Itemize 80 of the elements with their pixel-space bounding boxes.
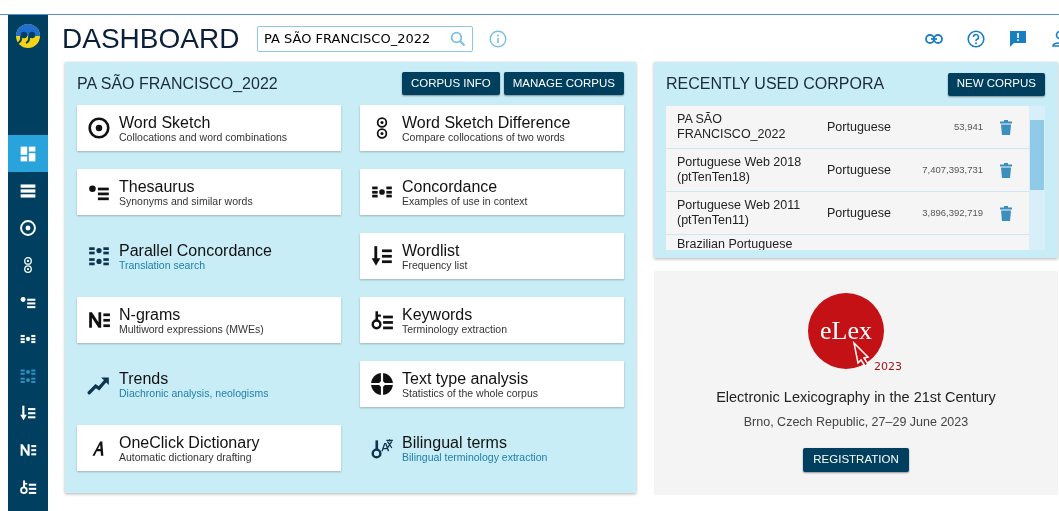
tool-link[interactable]: Bilingual terms Bilingual terminology extraction bbox=[360, 425, 624, 471]
dashboard-icon bbox=[19, 144, 37, 163]
tool-card[interactable]: Wordlist Frequency list bbox=[360, 233, 624, 279]
tool-title: Parallel Concordance bbox=[119, 241, 272, 259]
manage-corpus-button[interactable]: MANAGE CORPUS bbox=[503, 72, 624, 95]
tool-description: Examples of use in context bbox=[402, 194, 528, 207]
tool-description: Bilingual terminology extraction bbox=[402, 450, 548, 463]
corpus-size: 7,407,393,731 bbox=[921, 162, 983, 177]
tool-title: Concordance bbox=[402, 177, 499, 195]
delete-icon[interactable] bbox=[1000, 162, 1012, 178]
registration-button[interactable]: REGISTRATION bbox=[803, 447, 909, 472]
tool-title: Word Sketch Difference bbox=[402, 113, 571, 131]
tool-description: Frequency list bbox=[402, 258, 468, 271]
corpus-name: Portuguese Web 2011 (ptTenTen11) bbox=[677, 198, 802, 228]
corpus-row[interactable]: Portuguese Web 2018 (ptTenTen18) Portuguese 7,407,393,731 bbox=[666, 149, 1029, 192]
tool-title: Keywords bbox=[402, 305, 474, 323]
tool-link[interactable]: Parallel Concordance Translation search bbox=[77, 233, 341, 279]
help-icon[interactable] bbox=[967, 29, 985, 48]
tool-description: Translation search bbox=[119, 258, 206, 271]
tool-card[interactable]: Word Sketch Difference Compare collocations of two words bbox=[360, 105, 624, 151]
search-field[interactable]: PA SÃO FRANCISCO_2022 bbox=[257, 25, 473, 52]
tool-title: N-grams bbox=[119, 305, 182, 323]
feedback-icon[interactable] bbox=[1009, 29, 1027, 48]
tool-card[interactable]: N-grams Multiword expressions (MWEs) bbox=[77, 297, 341, 343]
tool-card[interactable]: Keywords Terminology extraction bbox=[360, 297, 624, 343]
pie-icon bbox=[370, 372, 394, 396]
delete-icon[interactable] bbox=[1000, 205, 1012, 221]
corpus-info-button[interactable]: CORPUS INFO bbox=[401, 72, 500, 95]
logo-icon bbox=[15, 23, 41, 49]
key-list-icon bbox=[370, 308, 394, 332]
panel-title: PA SÃO FRANCISCO_2022 bbox=[77, 73, 278, 94]
corpus-row[interactable]: PA SÃO FRANCISCO_2022 Portuguese 53,941 bbox=[666, 106, 1029, 149]
target-icon bbox=[19, 218, 37, 237]
list-icon bbox=[19, 181, 37, 200]
tool-link[interactable]: Trends Diachronic analysis, neologisms bbox=[77, 361, 341, 407]
corpus-language: Portuguese bbox=[827, 204, 892, 222]
tool-title: Thesaurus bbox=[119, 177, 196, 195]
parallel-concordance-icon bbox=[87, 244, 111, 268]
parallel-concordance-icon bbox=[19, 366, 37, 385]
event-details: Brno, Czech Republic, 27–29 June 2023 bbox=[743, 413, 969, 431]
tool-title: Trends bbox=[119, 369, 170, 387]
page-title: DASHBOARD bbox=[62, 21, 241, 56]
tool-description: Statistics of the whole corpus bbox=[402, 386, 538, 399]
key-list-icon bbox=[19, 477, 37, 496]
link-icon[interactable] bbox=[925, 33, 943, 44]
panel-title: RECENTLY USED CORPORA bbox=[666, 74, 885, 94]
sort-down-icon bbox=[19, 403, 37, 422]
tool-card[interactable]: Concordance Examples of use in context bbox=[360, 169, 624, 215]
event-title: Electronic Lexicography in the 21st Century bbox=[716, 388, 996, 407]
corpus-size: 3,896,392,719 bbox=[921, 205, 983, 220]
key-translate-icon bbox=[370, 436, 394, 460]
tool-title: OneClick Dictionary bbox=[119, 433, 260, 451]
corpus-name: Brazilian Portuguese bbox=[677, 237, 794, 250]
tool-description: Compare collocations of two words bbox=[402, 130, 566, 143]
tool-card[interactable]: OneClick Dictionary Automatic dictionary drafting bbox=[77, 425, 341, 471]
corpus-size: 53,941 bbox=[952, 119, 983, 134]
tool-title: Wordlist bbox=[402, 241, 461, 259]
delete-icon[interactable] bbox=[1000, 119, 1012, 135]
tool-title: Text type analysis bbox=[402, 369, 530, 387]
tool-card[interactable]: Thesaurus Synonyms and similar words bbox=[77, 169, 341, 215]
tool-description: Terminology extraction bbox=[402, 322, 508, 335]
tool-card[interactable]: Text type analysis Statistics of the whole corpus bbox=[360, 361, 624, 407]
new-corpus-button[interactable]: NEW CORPUS bbox=[947, 72, 1045, 96]
tool-title: Bilingual terms bbox=[402, 433, 508, 451]
corpus-language: Portuguese bbox=[827, 161, 892, 179]
tool-description: Synonyms and similar words bbox=[119, 194, 253, 207]
corpus-row[interactable]: Brazilian Portuguese bbox=[666, 235, 1029, 250]
tool-description: Multiword expressions (MWEs) bbox=[119, 322, 264, 335]
corpus-language: Portuguese bbox=[827, 118, 892, 136]
corpus-name: PA SÃO FRANCISCO_2022 bbox=[677, 112, 787, 142]
tool-title: Word Sketch bbox=[119, 113, 212, 131]
corpus-row[interactable]: Portuguese Web 2011 (ptTenTen11) Portuguese 3,896,392,719 bbox=[666, 192, 1029, 235]
tool-description: Automatic dictionary drafting bbox=[119, 450, 252, 463]
tool-card[interactable]: Word Sketch Collocations and word combinations bbox=[77, 105, 341, 151]
sort-down-icon bbox=[370, 244, 394, 268]
scrollbar[interactable] bbox=[1029, 106, 1045, 250]
corpus-name: Portuguese Web 2018 (ptTenTen18) bbox=[677, 155, 803, 185]
tool-description: Diachronic analysis, neologisms bbox=[119, 386, 269, 399]
target-icon bbox=[87, 116, 111, 140]
tool-description: Collocations and word combinations bbox=[119, 130, 288, 143]
